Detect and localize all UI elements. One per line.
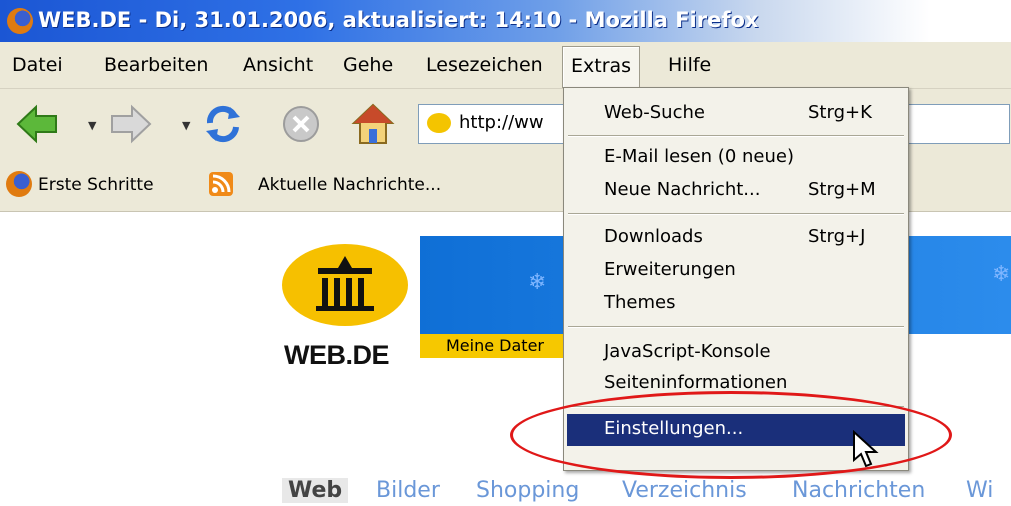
menu-extras[interactable]: Extras bbox=[562, 46, 641, 88]
menu-datei[interactable]: Datei bbox=[4, 50, 71, 80]
bookmark-aktuelle-nachrichten[interactable]: Aktuelle Nachrichte... bbox=[258, 175, 441, 195]
highlight-ellipse bbox=[510, 391, 952, 479]
bookmark-erste-schritte[interactable]: Erste Schritte bbox=[38, 175, 154, 195]
my-data-label: Meine Dater bbox=[446, 336, 544, 355]
reload-icon[interactable] bbox=[200, 101, 246, 147]
back-dropdown-icon[interactable]: ▼ bbox=[88, 119, 96, 132]
menu-bearbeiten[interactable]: Bearbeiten bbox=[96, 50, 216, 80]
firefox-window: WEB.DE - Di, 31.01.2006, aktualisiert: 1… bbox=[0, 0, 1011, 506]
webde-logo-icon[interactable] bbox=[282, 244, 408, 326]
site-favicon-icon bbox=[427, 113, 451, 133]
nav-web[interactable]: Web bbox=[282, 478, 349, 503]
menu-separator bbox=[568, 135, 904, 137]
firefox-icon bbox=[7, 8, 33, 34]
mouse-cursor-icon bbox=[853, 430, 879, 468]
title-bar: WEB.DE - Di, 31.01.2006, aktualisiert: 1… bbox=[0, 0, 1011, 42]
stop-icon[interactable] bbox=[278, 101, 324, 147]
menu-separator bbox=[568, 326, 904, 328]
nav-more[interactable]: Wi bbox=[966, 478, 993, 503]
back-icon[interactable] bbox=[14, 101, 60, 147]
snowflake-icon: ❄ bbox=[992, 262, 1011, 287]
snowflake-icon: ❄ bbox=[528, 270, 547, 295]
url-text: http://ww bbox=[459, 112, 544, 133]
menu-item-neue-nachricht[interactable]: Neue Nachricht... Strg+M bbox=[564, 175, 908, 207]
nav-nachrichten[interactable]: Nachrichten bbox=[792, 478, 925, 503]
menu-gehe[interactable]: Gehe bbox=[335, 50, 401, 80]
menu-ansicht[interactable]: Ansicht bbox=[235, 50, 321, 80]
menu-hilfe[interactable]: Hilfe bbox=[660, 50, 719, 80]
forward-icon[interactable] bbox=[108, 101, 154, 147]
menu-item-erweiterungen[interactable]: Erweiterungen bbox=[564, 255, 908, 287]
logo-text: WEB.DE bbox=[284, 340, 390, 370]
forward-dropdown-icon[interactable]: ▼ bbox=[182, 119, 190, 132]
search-category-nav: Web Bilder Shopping Verzeichnis Nachrich… bbox=[0, 478, 1011, 506]
rss-icon bbox=[209, 172, 233, 196]
menu-item-email-lesen[interactable]: E-Mail lesen (0 neue) bbox=[564, 142, 908, 174]
nav-verzeichnis[interactable]: Verzeichnis bbox=[622, 478, 747, 503]
window-title: WEB.DE - Di, 31.01.2006, aktualisiert: 1… bbox=[38, 8, 759, 32]
home-icon[interactable] bbox=[350, 101, 396, 147]
menu-bar: Datei Bearbeiten Ansicht Gehe Lesezeiche… bbox=[0, 42, 1011, 89]
menu-item-javascript-konsole[interactable]: JavaScript-Konsole bbox=[564, 337, 908, 369]
my-data-tab[interactable]: Meine Dater bbox=[420, 334, 570, 358]
menu-lesezeichen[interactable]: Lesezeichen bbox=[418, 50, 551, 80]
menu-item-downloads[interactable]: Downloads Strg+J bbox=[564, 222, 908, 254]
menu-separator bbox=[568, 213, 904, 215]
menu-item-themes[interactable]: Themes bbox=[564, 288, 908, 320]
menu-item-web-suche[interactable]: Web-Suche Strg+K bbox=[564, 98, 908, 130]
nav-shopping[interactable]: Shopping bbox=[476, 478, 579, 503]
firefox-icon bbox=[6, 171, 32, 197]
nav-bilder[interactable]: Bilder bbox=[376, 478, 440, 503]
